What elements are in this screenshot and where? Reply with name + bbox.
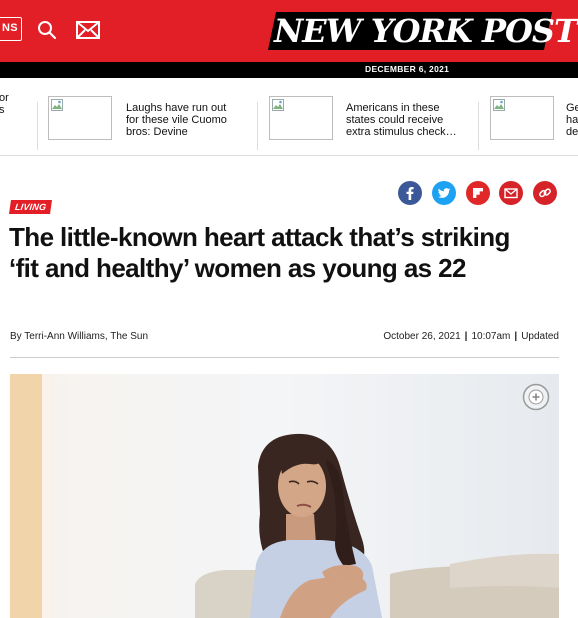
- logo-text: NEW YORK POST: [274, 12, 578, 50]
- trending-thumbnail[interactable]: [490, 96, 554, 140]
- divider: [478, 102, 479, 150]
- flipboard-icon[interactable]: [466, 181, 490, 205]
- trending-strip: or s Laughs have run out for these vile …: [0, 86, 578, 156]
- publish-meta: October 26, 2021 | 10:07am | Updated: [383, 331, 559, 342]
- zoom-in-icon[interactable]: [522, 383, 550, 411]
- meta-separator: |: [514, 331, 518, 342]
- divider: [37, 102, 38, 150]
- trending-thumbnail[interactable]: [48, 96, 112, 140]
- section-tag[interactable]: LIVING: [9, 200, 53, 214]
- date-bar: DECEMBER 6, 2021: [0, 62, 578, 78]
- site-header: NS NEW YORK POST: [0, 0, 578, 62]
- link-icon[interactable]: [533, 181, 557, 205]
- trending-item-text[interactable]: Ge ha de: [566, 102, 578, 138]
- broken-image-icon: [272, 99, 284, 111]
- site-logo[interactable]: NEW YORK POST: [267, 6, 578, 56]
- twitter-icon[interactable]: [432, 181, 456, 205]
- meta-separator: |: [464, 331, 468, 342]
- updated-link[interactable]: Updated: [521, 331, 559, 342]
- mail-icon[interactable]: [75, 19, 101, 41]
- byline[interactable]: By Terri-Ann Williams, The Sun: [10, 331, 148, 342]
- facebook-icon[interactable]: [398, 181, 422, 205]
- current-date: DECEMBER 6, 2021: [365, 64, 450, 74]
- trending-item-text[interactable]: or s: [0, 92, 9, 116]
- email-icon[interactable]: [499, 181, 523, 205]
- hero-photo-illustration: [10, 374, 559, 618]
- search-icon[interactable]: [36, 19, 58, 41]
- divider: [257, 102, 258, 150]
- divider: [10, 357, 559, 358]
- trending-thumbnail[interactable]: [269, 96, 333, 140]
- publish-time: 10:07am: [471, 331, 511, 342]
- publish-date: October 26, 2021: [383, 331, 461, 342]
- trending-item-text[interactable]: Laughs have run out for these vile Cuomo…: [126, 102, 256, 138]
- sections-button[interactable]: NS: [0, 17, 22, 41]
- trending-item-text[interactable]: Americans in these states could receive …: [346, 102, 476, 138]
- broken-image-icon: [51, 99, 63, 111]
- article-headline: The little-known heart attack that’s str…: [9, 222, 510, 283]
- hero-photo[interactable]: [10, 374, 559, 618]
- broken-image-icon: [493, 99, 505, 111]
